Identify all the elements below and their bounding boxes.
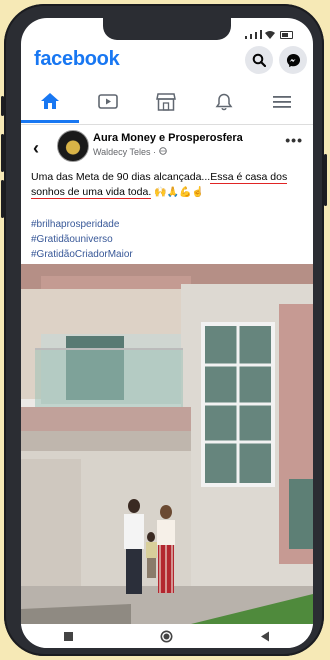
post-caption: Uma das Meta de 90 dias alcançada...Essa… xyxy=(31,170,303,200)
home-circle-icon[interactable] xyxy=(160,630,173,643)
status-bar xyxy=(245,30,293,39)
house-photo xyxy=(21,264,313,624)
mute-switch xyxy=(1,96,4,116)
caption-highlight-1: Essa é casa dos xyxy=(210,171,288,184)
post-author[interactable]: Waldecy Teles · xyxy=(93,147,167,157)
menu-icon xyxy=(273,96,291,108)
bell-icon xyxy=(215,93,233,111)
tab-watch[interactable] xyxy=(79,82,137,122)
main-tab-bar xyxy=(21,82,313,125)
tab-menu[interactable] xyxy=(253,82,311,122)
post-photo[interactable] xyxy=(21,264,313,624)
hashtag-link[interactable]: #brilhaprosperidade xyxy=(31,217,133,232)
post-header: ‹ Aura Money e Prosperosfera Waldecy Tel… xyxy=(21,126,313,172)
search-button[interactable] xyxy=(245,46,273,74)
phone-screen: facebook ‹ Aura Money e Prosperosfera Wa… xyxy=(21,18,313,648)
hashtag-link[interactable]: #GratidãoCriadorMaior xyxy=(31,247,133,262)
hashtag-list: #brilhaprosperidade #Gratidãouniverso #G… xyxy=(31,217,133,262)
volume-up-button xyxy=(1,134,4,172)
video-icon xyxy=(98,94,118,109)
page-name[interactable]: Aura Money e Prosperosfera xyxy=(93,132,243,144)
globe-icon xyxy=(158,147,167,155)
caption-highlight-2: sonhos de uma vida toda. xyxy=(31,186,152,199)
back-arrow-icon[interactable]: ‹ xyxy=(33,138,39,159)
shop-icon xyxy=(156,93,176,111)
messenger-icon xyxy=(286,53,300,67)
battery-icon xyxy=(280,31,293,39)
tab-home[interactable] xyxy=(21,82,79,123)
tab-marketplace[interactable] xyxy=(137,82,195,122)
page-avatar[interactable] xyxy=(57,130,89,162)
caption-emojis: 🙌🙏💪☝ xyxy=(154,187,204,198)
camera-notch xyxy=(103,18,231,40)
more-options-icon[interactable]: ••• xyxy=(285,132,303,148)
messenger-button[interactable] xyxy=(279,46,307,74)
android-nav-bar xyxy=(21,624,313,648)
app-header: facebook xyxy=(21,44,313,80)
tab-notifications[interactable] xyxy=(195,82,253,122)
wifi-icon xyxy=(265,31,275,39)
search-icon xyxy=(252,53,266,67)
caption-text: Uma das Meta de 90 dias alcançada... xyxy=(31,171,211,183)
volume-down-button xyxy=(1,180,4,218)
recent-apps-icon[interactable] xyxy=(64,631,74,641)
power-button xyxy=(324,154,327,206)
facebook-logo[interactable]: facebook xyxy=(34,48,120,71)
hashtag-link[interactable]: #Gratidãouniverso xyxy=(31,232,133,247)
phone-frame: facebook ‹ Aura Money e Prosperosfera Wa… xyxy=(1,4,327,656)
back-triangle-icon[interactable] xyxy=(260,631,270,642)
home-icon xyxy=(41,93,59,109)
